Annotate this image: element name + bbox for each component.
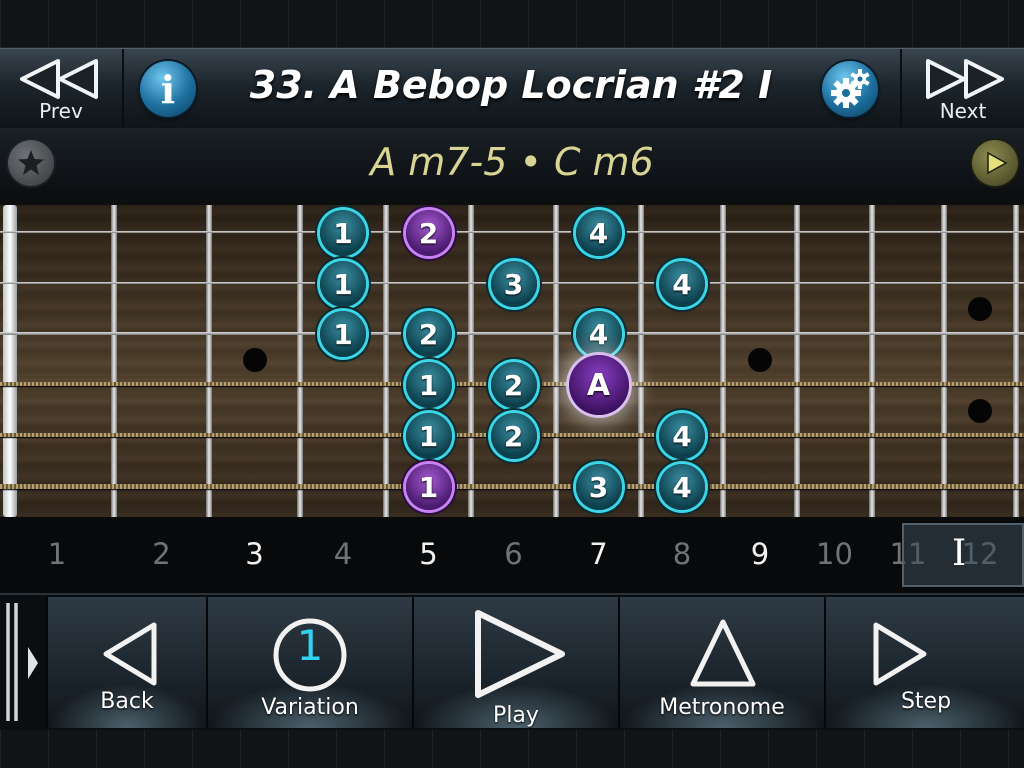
fret-inlay-dot: [968, 398, 992, 423]
fret-inlay-dot: [242, 347, 267, 372]
fret-number: 2: [152, 537, 171, 571]
fret-inlay-dot: [748, 347, 772, 372]
info-icon: i: [160, 67, 176, 112]
gears-icon: [831, 69, 870, 108]
scale-title: 33. A Bebop Locrian #2 I: [249, 63, 773, 107]
step-label: Step: [900, 689, 952, 714]
finger-note-marker[interactable]: 1: [405, 464, 452, 510]
toolbar: Back 1 Variation Play Metronome Step: [0, 593, 1024, 732]
fret-number: 4: [333, 537, 353, 571]
background-grid-top: [0, 0, 1024, 48]
fret-number: 5: [419, 537, 438, 571]
position-cursor[interactable]: I: [902, 523, 1024, 587]
finger-note-marker[interactable]: 1: [320, 261, 366, 307]
finger-note-marker[interactable]: 1: [320, 210, 366, 256]
finger-note-marker[interactable]: 4: [575, 311, 622, 357]
chord-bar: A m7-5 • C m6: [0, 128, 1024, 196]
fret-number: 6: [504, 537, 523, 571]
fret-wire: [553, 205, 559, 517]
fret-wire: [297, 205, 303, 517]
finger-note-marker[interactable]: 3: [490, 261, 537, 307]
back-triangle-icon: [103, 622, 157, 686]
finger-note-marker[interactable]: 4: [659, 413, 705, 459]
variation-label: Variation: [261, 695, 359, 720]
prev-button[interactable]: Prev: [0, 49, 124, 129]
fret-wire: [794, 205, 800, 517]
fret-wire: [383, 205, 389, 517]
prev-label: Prev: [39, 99, 83, 123]
back-button[interactable]: Back: [46, 597, 206, 728]
fret-wire: [206, 205, 212, 517]
finger-note-marker[interactable]: 3: [575, 464, 622, 510]
fret-wire: [638, 205, 644, 517]
fret-number: 8: [672, 537, 692, 571]
fret-number-bar: 123456789101112 I: [0, 517, 1024, 593]
finger-note-marker[interactable]: 4: [659, 464, 705, 510]
finger-note-marker[interactable]: 1: [405, 413, 452, 459]
metronome-button[interactable]: Metronome: [618, 597, 824, 728]
finger-note-marker[interactable]: 1: [405, 362, 452, 408]
finger-note-marker[interactable]: 4: [659, 261, 705, 307]
fret-wire: [1013, 205, 1019, 517]
finger-note-marker[interactable]: 4: [575, 210, 622, 256]
settings-button[interactable]: [822, 61, 878, 117]
play-label: Play: [493, 703, 539, 728]
fret-number: 9: [750, 537, 770, 571]
background-grid-bottom: [0, 730, 1024, 768]
nut: [3, 205, 17, 517]
fret-number: 7: [589, 537, 608, 571]
play-triangle-icon: [987, 151, 1008, 175]
guitar-string: [0, 484, 1024, 489]
position-cursor-glyph: I: [952, 533, 967, 574]
root-note-marker[interactable]: A: [568, 355, 629, 415]
finger-note-marker[interactable]: 1: [320, 311, 366, 357]
next-label: Next: [939, 99, 987, 123]
finger-note-marker[interactable]: 2: [490, 362, 537, 408]
play-button[interactable]: Play: [412, 597, 618, 728]
info-button[interactable]: i: [140, 61, 196, 117]
fret-number: 10: [816, 537, 853, 571]
variation-button[interactable]: 1 Variation: [206, 597, 412, 728]
double-right-arrow-icon: [926, 59, 1004, 99]
next-button[interactable]: Next: [900, 49, 1024, 129]
metronome-triangle-icon: [690, 619, 756, 687]
metronome-label: Metronome: [659, 695, 785, 720]
fret-wire: [869, 205, 875, 517]
fret-wire: [941, 205, 947, 517]
fret-inlay-dot: [968, 297, 992, 321]
finger-note-marker[interactable]: 2: [405, 311, 452, 357]
chord-names: A m7-5 • C m6: [370, 140, 654, 184]
play-icon: [475, 610, 565, 698]
chevron-right-icon: [28, 647, 38, 679]
fret-wire: [468, 205, 474, 517]
step-triangle-icon: [873, 622, 927, 686]
finger-note-marker[interactable]: 2: [490, 413, 537, 459]
guitar-string: [0, 231, 1024, 233]
guitar-string: [0, 332, 1024, 335]
back-label: Back: [100, 689, 154, 714]
fret-wire: [111, 205, 117, 517]
fret-number: 3: [245, 537, 264, 571]
fret-number: 1: [47, 537, 67, 571]
fret-wire: [720, 205, 726, 517]
fretboard[interactable]: 12413412412A124134: [0, 205, 1024, 517]
variation-number: 1: [296, 621, 324, 670]
step-button[interactable]: Step: [824, 597, 1024, 728]
play-chord-button[interactable]: [972, 140, 1018, 186]
double-left-arrow-icon: [20, 59, 98, 99]
finger-note-marker[interactable]: 2: [405, 210, 452, 256]
header: Prev i 33. A Bebop Locrian #2 I Next: [0, 48, 1024, 130]
drawer-handle[interactable]: [0, 597, 46, 728]
